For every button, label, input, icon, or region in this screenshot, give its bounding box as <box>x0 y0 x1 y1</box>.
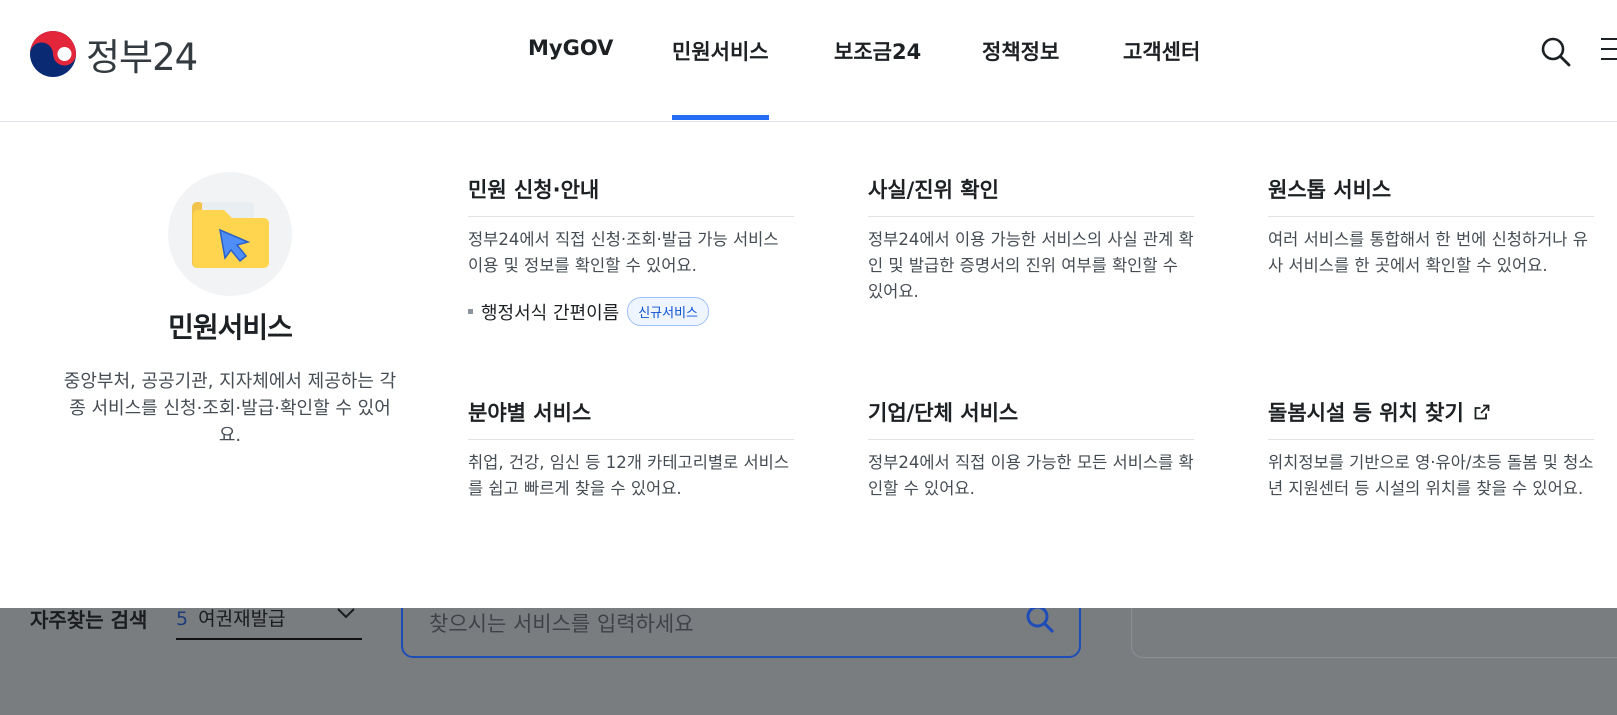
frequent-rank: 5 <box>176 608 189 630</box>
menu-item-title[interactable]: 민원 신청·안내 <box>468 174 794 217</box>
frequent-search-label: 자주찾는 검색 <box>30 608 148 632</box>
folder-cursor-icon <box>168 172 292 296</box>
menu-civil-application[interactable]: 민원 신청·안내 정부24에서 직접 신청·조회·발급 가능 서비스 이용 및 … <box>468 174 794 326</box>
sub-link-admin-form[interactable]: 행정서식 간편이름 신규서비스 <box>468 297 794 326</box>
site-header: 정부24 MyGOV 민원서비스 보조금24 정책정보 고객센터 <box>0 0 1617 122</box>
bullet <box>468 309 473 314</box>
external-link-icon <box>1474 404 1490 420</box>
nav-mygov[interactable]: MyGOV <box>528 36 613 60</box>
menu-item-title[interactable]: 사실/진위 확인 <box>868 174 1194 217</box>
nav-subsidy24[interactable]: 보조금24 <box>834 36 921 66</box>
mega-menu-intro: 민원서비스 중앙부처, 공공기관, 지자체에서 제공하는 각종 서비스를 신청·… <box>50 172 410 449</box>
menu-item-description: 위치정보를 기반으로 영·유아/초등 돌봄 및 청소년 지원센터 등 시설의 위… <box>1268 453 1594 498</box>
menu-item-title[interactable]: 원스톱 서비스 <box>1268 174 1594 217</box>
menu-one-stop-service[interactable]: 원스톱 서비스 여러 서비스를 통합해서 한 번에 신청하거나 유사 서비스를 … <box>1268 174 1594 279</box>
main-search-placeholder: 찾으시는 서비스를 입력하세요 <box>429 612 694 636</box>
menu-item-description: 정부24에서 이용 가능한 서비스의 사실 관계 확인 및 발급한 증명서의 진… <box>868 230 1194 301</box>
sub-link-label: 행정서식 간편이름 <box>481 302 620 324</box>
menu-item-description: 여러 서비스를 통합해서 한 번에 신청하거나 유사 서비스를 한 곳에서 확인… <box>1268 230 1588 275</box>
menu-corporate-service[interactable]: 기업/단체 서비스 정부24에서 직접 이용 가능한 모든 서비스를 확인할 수… <box>868 397 1194 502</box>
nav-policy-info[interactable]: 정책정보 <box>982 36 1059 66</box>
mega-menu-title: 민원서비스 <box>168 311 293 344</box>
search-icon[interactable] <box>1025 604 1055 634</box>
menu-item-title: 돌봄시설 등 위치 찾기 <box>1268 401 1464 425</box>
menu-item-description: 정부24에서 직접 신청·조회·발급 가능 서비스 이용 및 정보를 확인할 수… <box>468 230 779 275</box>
frequent-search-select[interactable]: 5 여권재발급 <box>176 604 362 640</box>
menu-care-facility-locator[interactable]: 돌봄시설 등 위치 찾기 위치정보를 기반으로 영·유아/초등 돌봄 및 청소년… <box>1268 397 1594 502</box>
nav-customer-center[interactable]: 고객센터 <box>1123 36 1200 66</box>
menu-item-title[interactable]: 기업/단체 서비스 <box>868 397 1194 440</box>
new-service-badge: 신규서비스 <box>627 297 710 326</box>
menu-fact-verification[interactable]: 사실/진위 확인 정부24에서 이용 가능한 서비스의 사실 관계 확인 및 발… <box>868 174 1194 305</box>
civil-services-mega-menu: 민원서비스 중앙부처, 공공기관, 지자체에서 제공하는 각종 서비스를 신청·… <box>0 122 1617 608</box>
main-navigation: MyGOV 민원서비스 보조금24 정책정보 고객센터 <box>0 0 1617 121</box>
menu-item-title-row[interactable]: 돌봄시설 등 위치 찾기 <box>1268 397 1594 440</box>
menu-item-description: 취업, 건강, 임신 등 12개 카테고리별로 서비스를 쉽고 빠르게 찾을 수… <box>468 453 790 498</box>
menu-item-title[interactable]: 분야별 서비스 <box>468 397 794 440</box>
frequent-value: 여권재발급 <box>198 608 286 630</box>
search-icon[interactable] <box>1540 36 1572 68</box>
mega-menu-description: 중앙부처, 공공기관, 지자체에서 제공하는 각종 서비스를 신청·조회·발급·… <box>63 371 397 446</box>
hamburger-menu-icon[interactable] <box>1601 38 1617 68</box>
menu-item-description: 정부24에서 직접 이용 가능한 모든 서비스를 확인할 수 있어요. <box>868 453 1194 498</box>
menu-category-service[interactable]: 분야별 서비스 취업, 건강, 임신 등 12개 카테고리별로 서비스를 쉽고 … <box>468 397 794 502</box>
chevron-down-icon <box>337 608 355 619</box>
nav-civil-services[interactable]: 민원서비스 <box>672 36 769 120</box>
